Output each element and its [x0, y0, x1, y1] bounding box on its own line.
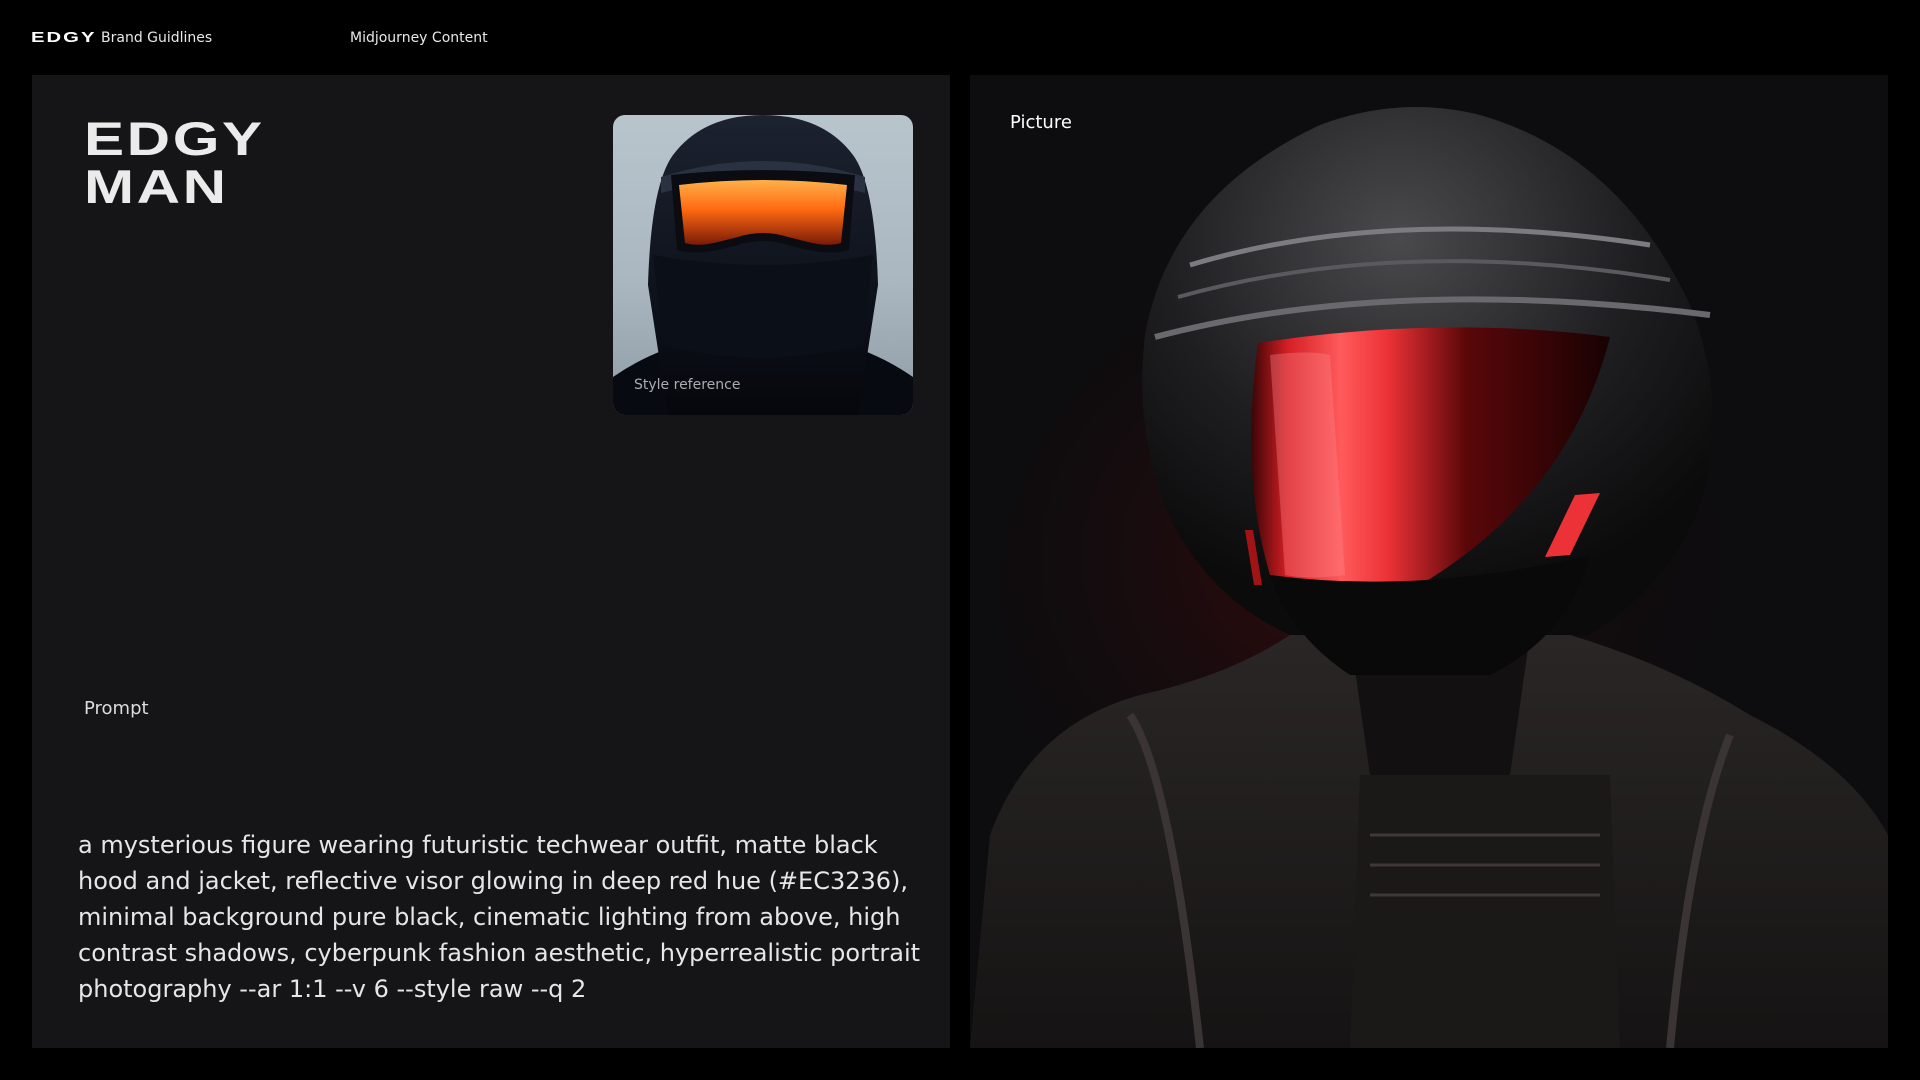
title-line-2: MAN: [84, 160, 229, 213]
style-reference-card[interactable]: Style reference: [613, 115, 913, 415]
helmet-figure-image[interactable]: [970, 75, 1888, 1048]
title-line-1: EDGY: [84, 112, 265, 165]
brand-guidelines-link[interactable]: Brand Guidlines: [101, 30, 212, 46]
prompt-text[interactable]: a mysterious figure wearing futuristic t…: [78, 827, 928, 1007]
page-title: EDGY MAN: [84, 115, 265, 211]
prompt-panel: EDGY MAN Style reference Prompt a myster…: [32, 75, 950, 1048]
midjourney-content-link[interactable]: Midjourney Content: [350, 30, 488, 46]
picture-label: Picture: [1010, 112, 1072, 133]
style-reference-label: Style reference: [634, 377, 741, 393]
style-reference-image: [613, 115, 913, 415]
brand-logo[interactable]: EDGY: [31, 29, 96, 46]
top-bar: EDGY Brand Guidlines Midjourney Content: [0, 0, 1920, 75]
prompt-label: Prompt: [84, 698, 149, 719]
picture-panel: Picture: [970, 75, 1888, 1048]
